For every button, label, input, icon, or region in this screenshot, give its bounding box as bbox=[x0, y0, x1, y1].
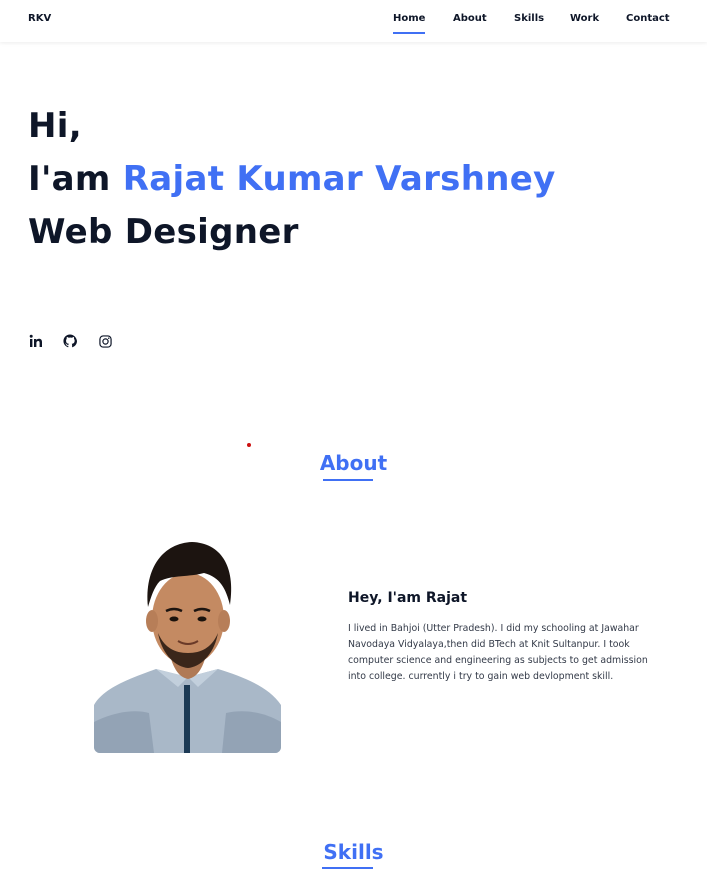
about-description: I lived in Bahjoi (Utter Pradesh). I did… bbox=[348, 623, 648, 682]
hero-line-2-prefix: I'am bbox=[28, 159, 123, 199]
about-title-underline bbox=[323, 479, 373, 481]
linkedin-icon[interactable] bbox=[28, 333, 44, 349]
skills-title-underline bbox=[322, 867, 373, 869]
hero-line-1: Hi, bbox=[28, 106, 82, 146]
nav-work[interactable]: Work bbox=[570, 13, 599, 24]
nav-about[interactable]: About bbox=[453, 13, 487, 24]
main-nav: Home About Skills Work Contact bbox=[0, 13, 707, 37]
profile-photo bbox=[94, 537, 281, 753]
nav-home[interactable]: Home bbox=[393, 13, 426, 34]
red-dot-marker bbox=[247, 443, 251, 447]
skills-title: Skills bbox=[323, 840, 384, 864]
nav-skills[interactable]: Skills bbox=[514, 13, 544, 24]
hero-title: Hi, I'am Rajat Kumar Varshney Web Design… bbox=[28, 100, 556, 259]
header: RKV Home About Skills Work Contact bbox=[0, 0, 707, 42]
hero-name: Rajat Kumar Varshney bbox=[122, 159, 556, 199]
instagram-icon[interactable] bbox=[97, 333, 113, 349]
github-icon[interactable] bbox=[62, 333, 78, 349]
hero-line-2: I'am Rajat Kumar Varshney bbox=[28, 153, 556, 206]
about-subtitle: Hey, I'am Rajat bbox=[348, 590, 468, 606]
hero-line-3: Web Designer bbox=[28, 212, 299, 252]
about-title: About bbox=[319, 451, 388, 475]
nav-contact[interactable]: Contact bbox=[626, 13, 670, 24]
